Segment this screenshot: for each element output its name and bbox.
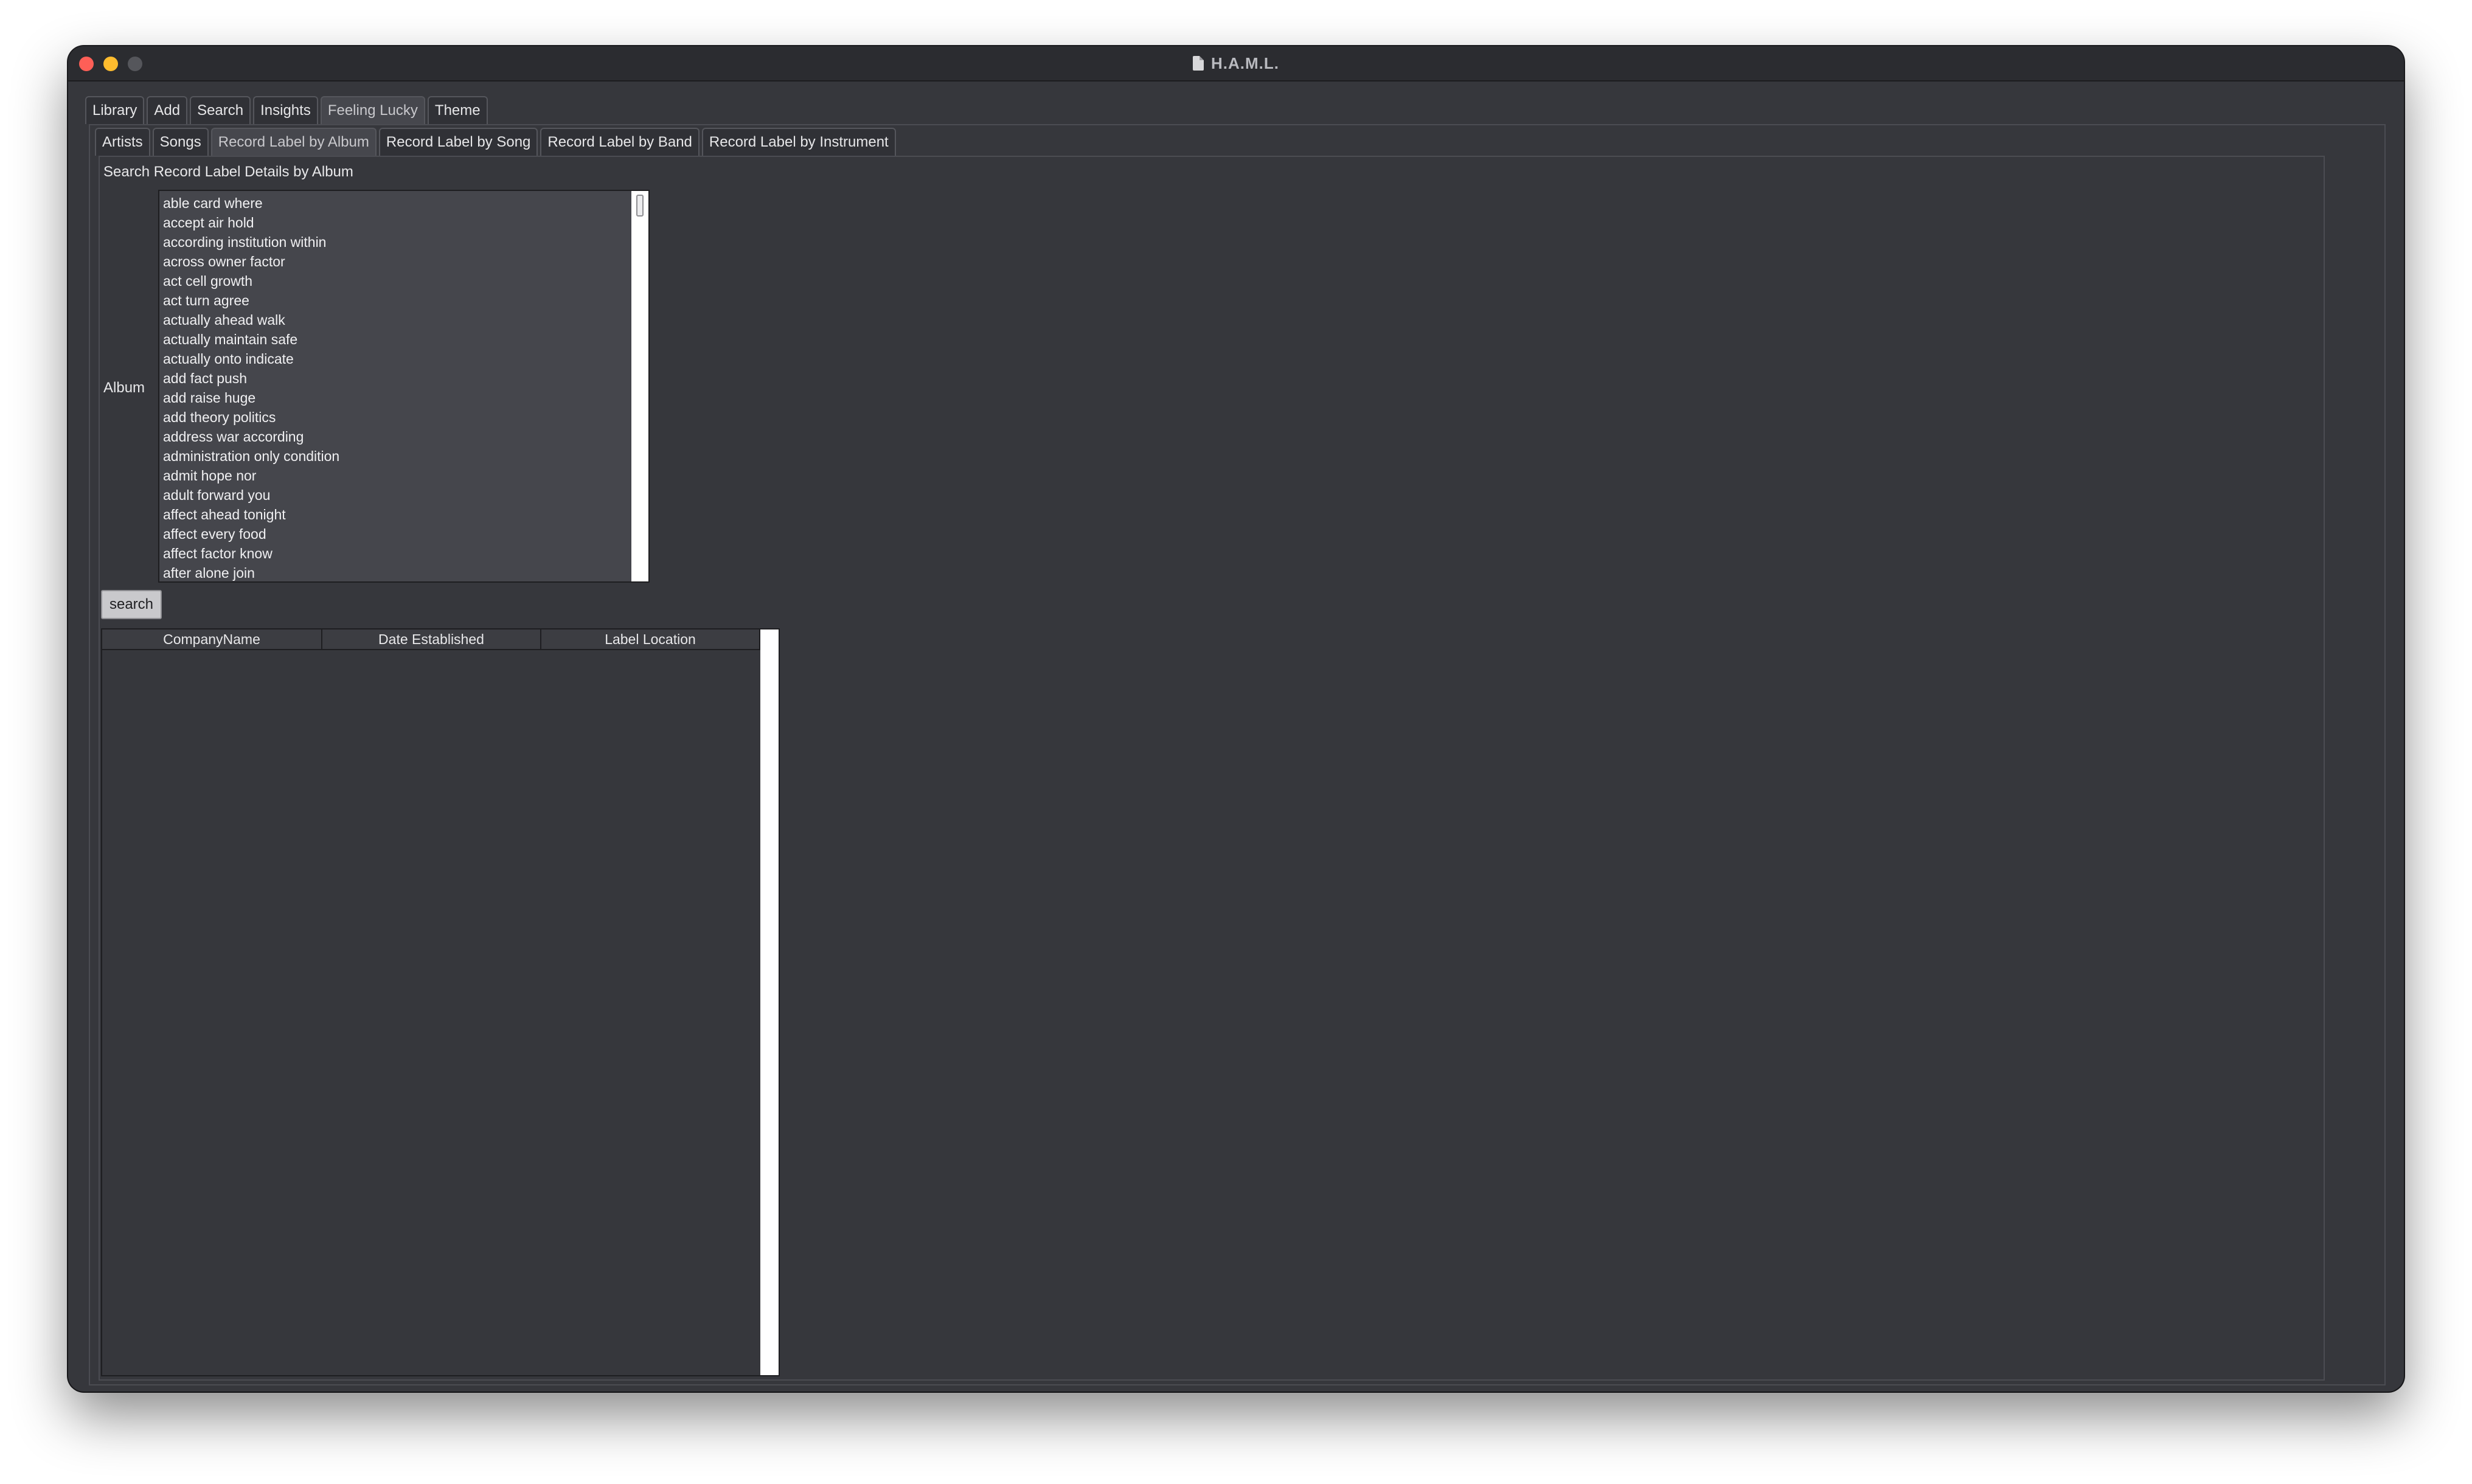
album-list-item[interactable]: actually onto indicate xyxy=(159,349,648,369)
album-list-item[interactable]: add theory politics xyxy=(159,407,648,427)
album-list-item[interactable]: administration only condition xyxy=(159,446,648,466)
tab-library[interactable]: Library xyxy=(85,96,145,124)
album-list-item[interactable]: act cell growth xyxy=(159,271,648,291)
subtab-artists[interactable]: Artists xyxy=(95,128,150,156)
column-header-label-location[interactable]: Label Location xyxy=(541,629,760,650)
subtab-record-label-by-song[interactable]: Record Label by Song xyxy=(378,128,538,156)
album-list-item[interactable]: accept air hold xyxy=(159,213,648,232)
search-button[interactable]: search xyxy=(101,590,162,619)
column-header-company-name[interactable]: CompanyName xyxy=(102,629,322,650)
album-list-item[interactable]: actually maintain safe xyxy=(159,330,648,349)
document-icon xyxy=(1193,56,1204,71)
album-list-items: able card where accept air hold accordin… xyxy=(159,191,648,581)
app-window: H.A.M.L. Library Add Search Insights Fee… xyxy=(68,46,2404,1392)
window-title: H.A.M.L. xyxy=(1211,54,1279,72)
album-list-scroll-thumb[interactable] xyxy=(636,195,644,217)
subtab-songs[interactable]: Songs xyxy=(152,128,209,156)
title-bar: H.A.M.L. xyxy=(68,46,2404,81)
subtab-record-label-by-band[interactable]: Record Label by Band xyxy=(540,128,700,156)
album-list-scrollbar[interactable] xyxy=(631,191,648,581)
album-list-item[interactable]: according institution within xyxy=(159,232,648,252)
album-list-item[interactable]: add raise huge xyxy=(159,388,648,407)
album-list-item[interactable]: act turn agree xyxy=(159,291,648,310)
search-sub-tab-bar: Artists Songs Record Label by Album Reco… xyxy=(95,128,896,156)
main-tab-bar: Library Add Search Insights Feeling Luck… xyxy=(85,96,488,124)
album-listbox[interactable]: able card where accept air hold accordin… xyxy=(158,190,650,583)
tab-search[interactable]: Search xyxy=(190,96,251,124)
results-table-scrollbar[interactable] xyxy=(760,629,779,1375)
results-table: CompanyName Date Established Label Locat… xyxy=(101,628,780,1376)
subtab-record-label-by-instrument[interactable]: Record Label by Instrument xyxy=(701,128,896,156)
album-list-item[interactable]: affect factor know xyxy=(159,544,648,563)
album-list-item[interactable]: adult forward you xyxy=(159,485,648,505)
album-list-item[interactable]: add fact push xyxy=(159,369,648,388)
section-heading: Search Record Label Details by Album xyxy=(103,164,353,180)
subtab-record-label-by-album[interactable]: Record Label by Album xyxy=(210,128,377,156)
tab-feeling-lucky[interactable]: Feeling Lucky xyxy=(320,96,425,124)
tab-add[interactable]: Add xyxy=(147,96,188,124)
album-list-item[interactable]: across owner factor xyxy=(159,252,648,271)
album-list-item[interactable]: admit hope nor xyxy=(159,466,648,485)
album-field-label: Album xyxy=(103,380,145,396)
album-list-item[interactable]: after alone join xyxy=(159,563,648,581)
album-list-item[interactable]: actually ahead walk xyxy=(159,310,648,330)
album-list-item[interactable]: able card where xyxy=(159,193,648,213)
tab-insights[interactable]: Insights xyxy=(253,96,318,124)
window-title-group: H.A.M.L. xyxy=(68,46,2404,80)
album-list-item[interactable]: address war according xyxy=(159,427,648,446)
column-header-date-established[interactable]: Date Established xyxy=(322,629,541,650)
album-list-item[interactable]: affect ahead tonight xyxy=(159,505,648,524)
album-list-item[interactable]: affect every food xyxy=(159,524,648,544)
tab-theme[interactable]: Theme xyxy=(427,96,488,124)
